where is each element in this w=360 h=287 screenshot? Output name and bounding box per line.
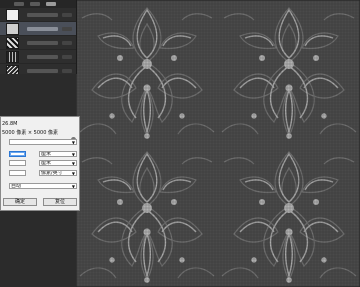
fit-to-dropdown[interactable]: ▼	[9, 139, 77, 145]
reset-button[interactable]: 复位	[43, 198, 77, 206]
layer-row[interactable]	[0, 50, 76, 64]
layer-thumbnail	[6, 8, 19, 21]
dimensions-row: 5000 像素 × 5000 像素	[2, 129, 58, 136]
image-size-row: 26.8M	[2, 121, 17, 127]
layer-name	[27, 12, 58, 17]
layer-meta	[62, 40, 72, 45]
dropdown-arrow-icon: ▼	[71, 184, 75, 189]
layer-row[interactable]	[0, 22, 76, 36]
layers-panel	[0, 0, 77, 78]
width-unit-select[interactable]: 厘米 ▼	[39, 151, 77, 157]
image-size-dialog: 26.8M 5000 像素 × 5000 像素 ▼ 厘米 ▼ 厘米 ▼ 像素/英…	[0, 116, 80, 211]
dropdown-arrow-icon: ▼	[71, 161, 75, 166]
tab-channels[interactable]	[30, 2, 40, 6]
height-input[interactable]	[9, 160, 26, 166]
height-unit-select[interactable]: 厘米 ▼	[39, 160, 77, 166]
dropdown-arrow-icon: ▼	[71, 140, 75, 145]
damask-pattern	[76, 0, 360, 287]
dropdown-arrow-icon: ▼	[71, 152, 75, 157]
layer-thumbnail	[6, 22, 19, 35]
layer-meta	[62, 54, 72, 59]
layer-thumbnail	[6, 36, 19, 49]
tab-layers[interactable]	[14, 2, 24, 6]
resolution-input[interactable]	[9, 170, 26, 176]
layer-thumbnail	[6, 50, 19, 63]
damask-canvas[interactable]	[76, 0, 360, 287]
layer-name	[27, 26, 58, 31]
layer-row[interactable]	[0, 36, 76, 50]
image-editor-window: 26.8M 5000 像素 × 5000 像素 ▼ 厘米 ▼ 厘米 ▼ 像素/英…	[0, 0, 360, 287]
layer-meta	[62, 68, 72, 73]
image-size-value: 26.8M	[2, 121, 18, 127]
layer-list	[0, 8, 76, 78]
layer-name	[27, 68, 58, 73]
dropdown-arrow-icon: ▼	[71, 171, 75, 176]
width-input[interactable]	[9, 151, 26, 157]
tab-paths[interactable]	[46, 2, 56, 6]
dimensions-value: 5000 像素 × 5000 像素	[2, 130, 58, 136]
layer-name	[27, 40, 58, 45]
resample-select[interactable]: 自动 ▼	[9, 183, 77, 189]
layer-name	[27, 54, 58, 59]
resolution-unit-select[interactable]: 像素/英寸 ▼	[39, 170, 77, 176]
layer-meta	[62, 12, 72, 17]
layer-row[interactable]	[0, 8, 76, 22]
ok-button[interactable]: 确定	[3, 198, 37, 206]
panel-tabs	[0, 0, 76, 8]
layer-meta	[62, 26, 72, 31]
